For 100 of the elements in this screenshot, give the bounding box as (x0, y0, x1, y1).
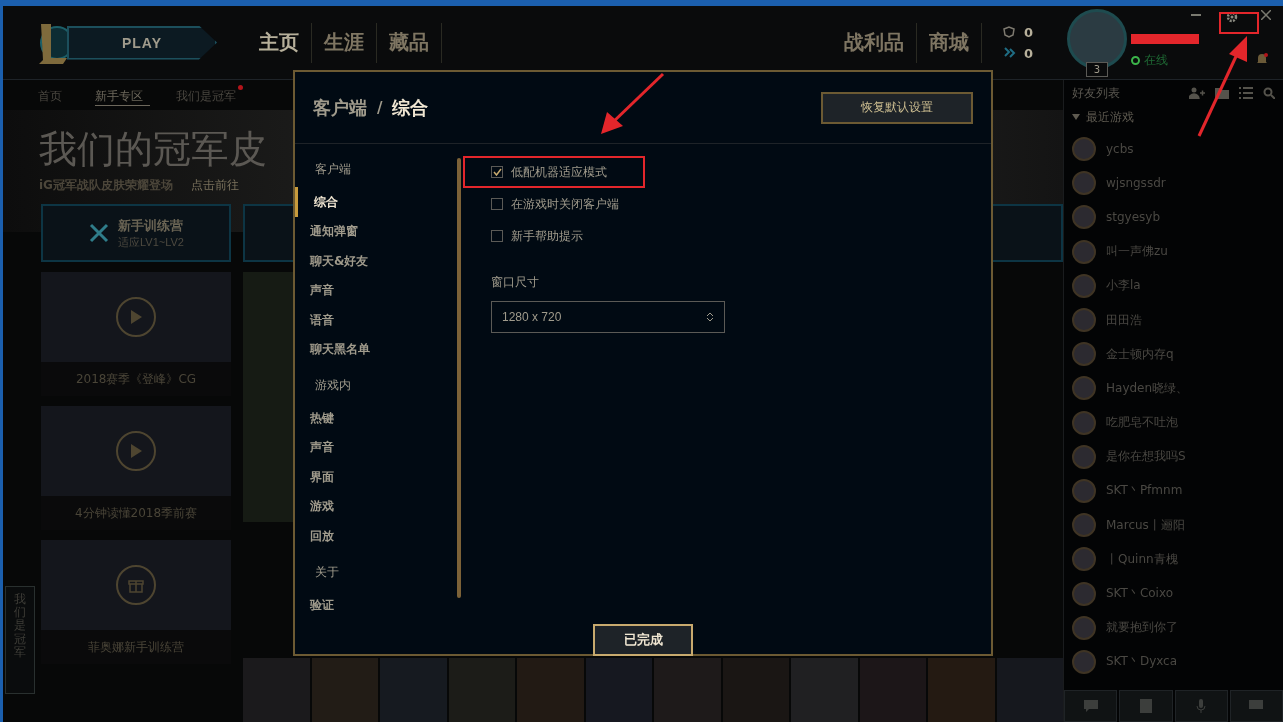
subnav-link[interactable]: 首页 (38, 84, 69, 106)
nav-section-heading: 客户端 (314, 161, 352, 178)
document-icon[interactable] (1119, 690, 1173, 722)
video-thumbnail[interactable] (41, 540, 231, 630)
group-toggle[interactable]: 最近游戏 (1064, 106, 1283, 128)
friend-name[interactable]: 就要抱到你了 (1106, 619, 1178, 637)
friend-name[interactable]: SKT丶Dyxca (1106, 653, 1178, 671)
reset-defaults-button[interactable]: 恢复默认设置 (821, 91, 973, 124)
settings-nav-item[interactable]: 声音 (295, 275, 457, 306)
friend-avatar (1072, 615, 1096, 640)
friend-avatar (1072, 308, 1096, 333)
play-icon (116, 297, 156, 337)
friend-name[interactable]: 金士顿内存q (1106, 345, 1174, 363)
nav-tab[interactable]: 藏品 (377, 22, 442, 63)
settings-nav-item[interactable]: 聊天&好友 (295, 246, 457, 276)
chat-icon[interactable] (1064, 690, 1118, 722)
annotation-arrow (599, 72, 665, 136)
nav-tab[interactable]: 商城 (916, 22, 982, 63)
list-icon[interactable] (1239, 87, 1253, 99)
coin-icon (1001, 26, 1016, 38)
friend-avatar (1072, 239, 1096, 264)
friend-avatar (1072, 410, 1096, 435)
hero-title: 我们的冠军皮 (39, 126, 267, 173)
subnav-link[interactable]: 我们是冠军 (176, 84, 243, 106)
friend-name[interactable]: stgyesyb (1106, 210, 1161, 225)
friend-avatar (1072, 581, 1096, 606)
friend-name[interactable]: ycbs (1106, 142, 1134, 157)
friend-avatar (1072, 205, 1096, 230)
field-label: 窗口尺寸 (491, 274, 540, 291)
status-label: 在线 (1144, 51, 1168, 69)
folder-icon[interactable] (1215, 87, 1229, 99)
nav-section-heading: 游戏内 (314, 377, 352, 395)
window-size-select[interactable]: 1280 x 720 (491, 301, 725, 333)
champion-tile (380, 658, 447, 722)
friends-title: 好友列表 (1072, 84, 1121, 102)
breadcrumb-current: 综合 (392, 95, 429, 120)
currency-amount: 0 (1023, 24, 1033, 40)
checkbox[interactable] (491, 166, 503, 178)
friend-avatar (1072, 478, 1096, 503)
breadcrumb-parent: 客户端 (313, 95, 367, 120)
video-thumbnail[interactable] (41, 272, 231, 362)
microphone-icon[interactable] (1174, 690, 1228, 722)
play-icon (116, 431, 156, 471)
friend-name[interactable]: 小李la (1106, 277, 1141, 295)
champion-tile (928, 658, 995, 722)
friend-name[interactable]: wjsngssdr (1106, 176, 1166, 191)
currency-amount: 0 (1023, 45, 1033, 61)
option-row: 新手帮助提示 (463, 220, 723, 252)
video-caption: 2018赛季《登峰》CG (74, 371, 198, 388)
play-button[interactable]: PLAY (67, 25, 217, 60)
friend-name[interactable]: 是你在想我吗S (1106, 448, 1186, 466)
friend-avatar (1072, 513, 1096, 538)
settings-nav-item[interactable]: 聊天黑名单 (295, 334, 457, 365)
champion-tile (517, 658, 584, 722)
champion-tile (311, 658, 378, 722)
champion-tile (448, 658, 515, 722)
friend-avatar (1072, 342, 1096, 367)
checkbox[interactable] (491, 198, 503, 210)
search-icon[interactable] (1263, 87, 1275, 99)
done-button[interactable]: 已完成 (593, 624, 693, 656)
settings-nav-item[interactable]: 语音 (295, 305, 457, 335)
video-caption: 菲奥娜新手训练营 (87, 639, 185, 656)
screen-icon[interactable] (1229, 690, 1283, 722)
crystal-icon (1001, 47, 1016, 59)
settings-nav-item[interactable]: 回放 (295, 521, 457, 552)
settings-nav-item[interactable]: 通知弹窗 (295, 216, 457, 247)
settings-nav-item[interactable]: 界面 (295, 462, 457, 493)
settings-nav-item[interactable]: 声音 (295, 433, 457, 463)
hero-link[interactable]: 点击前往 (190, 177, 239, 194)
option-row: 在游戏时关闭客户端 (463, 188, 723, 220)
friend-avatar (1072, 273, 1096, 298)
breadcrumb-separator: / (377, 98, 383, 117)
close-button[interactable] (1259, 7, 1273, 22)
add-friend-icon[interactable] (1189, 87, 1205, 99)
checkbox[interactable] (491, 230, 503, 242)
friend-name[interactable]: 田田浩 (1106, 311, 1142, 329)
friend-name[interactable]: SKT丶Coixo (1106, 585, 1173, 603)
friend-avatar (1072, 171, 1096, 196)
nav-tab[interactable]: 生涯 (312, 22, 377, 63)
settings-nav-item[interactable]: 游戏 (295, 492, 457, 522)
friend-name[interactable]: SKT丶Pfmnm (1106, 482, 1183, 500)
caret-icon (1072, 114, 1080, 120)
redaction-bar (1131, 33, 1199, 44)
option-row: 低配机器适应模式 (463, 156, 645, 188)
friend-avatar (1072, 547, 1096, 572)
subnav-link[interactable]: 新手专区 (95, 84, 150, 106)
champion-tile (585, 658, 652, 722)
friend-name[interactable]: Hayden晓绿、 (1106, 379, 1189, 397)
highlight-frame (1219, 12, 1259, 34)
nav-tab[interactable]: 战利品 (831, 22, 917, 63)
gift-icon (116, 565, 156, 605)
friend-name[interactable]: 吃肥皂不吐泡 (1106, 414, 1178, 432)
nav-tab[interactable]: 主页 (247, 22, 312, 63)
video-thumbnail[interactable] (41, 406, 231, 496)
nav-section-heading: 关于 (314, 564, 340, 582)
settings-nav-item[interactable]: 验证 (295, 590, 457, 620)
close-icon (1261, 9, 1271, 20)
friend-avatar (1072, 444, 1096, 469)
settings-nav-item[interactable]: 热键 (295, 403, 457, 434)
training-button[interactable]: 新手训练营 适应LV1~LV2 (41, 204, 231, 262)
